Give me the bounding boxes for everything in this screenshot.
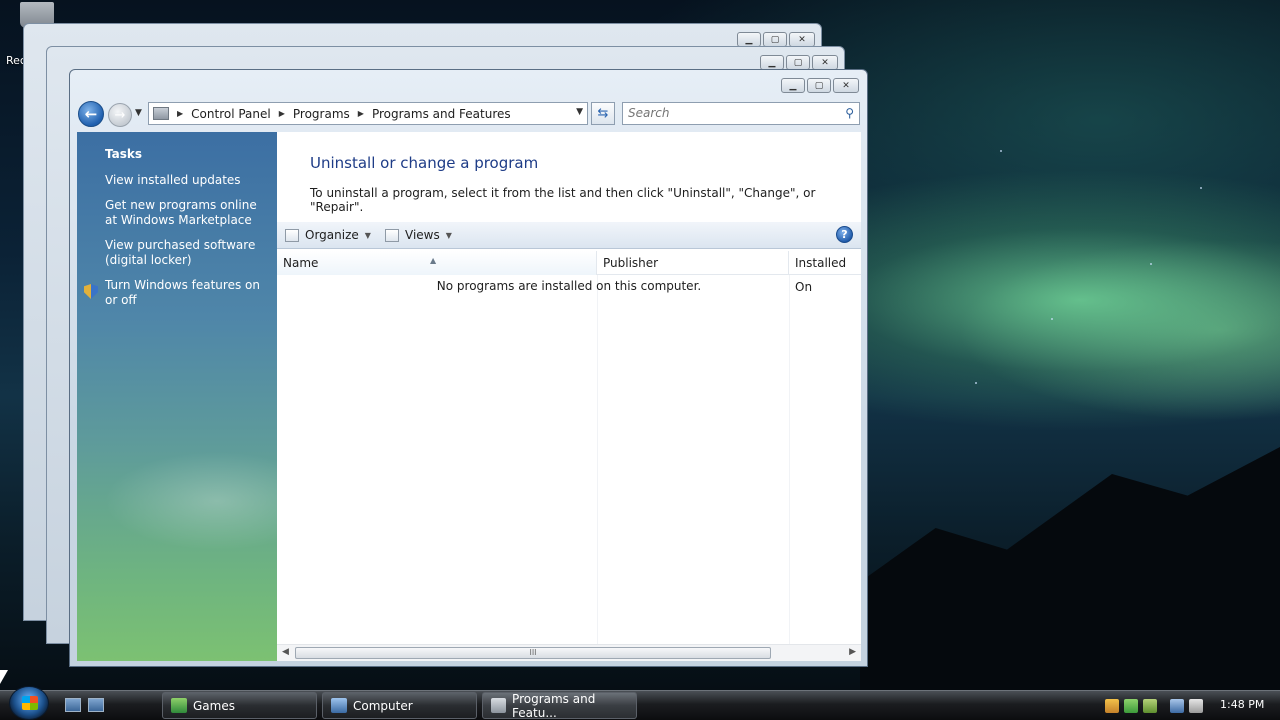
star <box>1051 318 1053 320</box>
taskbar-label-games: Games <box>193 698 235 713</box>
column-name[interactable]: Name ▲ <box>277 251 597 275</box>
tray-app-icon[interactable] <box>1143 698 1157 713</box>
task-view-purchased-software[interactable]: View purchased software (digital locker) <box>105 238 270 268</box>
column-divider <box>597 275 598 645</box>
empty-list-message: No programs are installed on this comput… <box>436 279 702 293</box>
search-input[interactable] <box>623 103 823 123</box>
star <box>1200 187 1202 189</box>
organize-icon <box>285 228 299 242</box>
shield-icon <box>84 284 98 299</box>
organize-button[interactable]: Organize ▼ <box>285 228 371 242</box>
breadcrumb-separator-icon[interactable]: ▶ <box>358 109 364 118</box>
column-publisher[interactable]: Publisher <box>597 251 789 275</box>
search-icon[interactable]: ⚲ <box>845 106 854 120</box>
forward-button[interactable]: → <box>108 103 132 127</box>
taskbar-label-programs-and-features: Programs and Featu... <box>512 691 596 720</box>
games-icon <box>171 698 187 713</box>
taskbar-clock[interactable]: 1:48 PM <box>1220 698 1264 711</box>
maximize-button[interactable]: ▢ <box>786 55 810 70</box>
desktop-mountain <box>860 447 1280 690</box>
views-label: Views <box>405 228 440 242</box>
minimize-button[interactable]: ▁ <box>781 78 805 93</box>
star <box>975 382 977 384</box>
recent-pages-dropdown[interactable]: ▼ <box>135 108 142 118</box>
views-icon <box>385 228 399 242</box>
horizontal-scrollbar[interactable]: ◀ III ▶ <box>277 644 861 661</box>
maximize-button[interactable]: ▢ <box>763 32 787 47</box>
breadcrumb-programs[interactable]: Programs <box>293 107 350 121</box>
pane-decoration <box>77 381 277 621</box>
breadcrumb-programs-and-features[interactable]: Programs and Features <box>372 107 511 121</box>
close-button[interactable]: ✕ <box>812 55 838 70</box>
chevron-down-icon: ▼ <box>364 230 371 240</box>
address-bar[interactable]: ▶ Control Panel ▶ Programs ▶ Programs an… <box>148 102 588 125</box>
page-title: Uninstall or change a program <box>310 154 539 172</box>
column-header-row: Name ▲ Publisher Installed On <box>277 251 861 294</box>
breadcrumb-separator-icon[interactable]: ▶ <box>177 109 183 118</box>
chevron-down-icon: ▼ <box>445 230 452 240</box>
check-icon[interactable] <box>1124 698 1138 713</box>
column-installed-on[interactable]: Installed On <box>789 251 861 294</box>
taskbar-button-games[interactable]: Games <box>162 692 317 719</box>
tasks-pane: Tasks View installed updates Get new pro… <box>77 132 277 661</box>
refresh-button[interactable]: ⇆ <box>591 102 615 125</box>
scroll-right-icon[interactable]: ▶ <box>849 647 856 657</box>
task-turn-windows-features[interactable]: Turn Windows features on or off <box>105 278 270 308</box>
scrollbar-thumb[interactable]: III <box>295 647 771 659</box>
close-button[interactable]: ✕ <box>789 32 815 47</box>
task-get-new-programs[interactable]: Get new programs online at Windows Marke… <box>105 198 270 228</box>
network-icon[interactable] <box>1170 698 1184 713</box>
back-button[interactable]: ← <box>78 101 104 127</box>
organize-label: Organize <box>305 228 359 242</box>
mouse-cursor-icon <box>0 670 8 684</box>
command-bar: Organize ▼ Views ▼ ? <box>277 222 861 249</box>
computer-icon <box>331 698 347 713</box>
minimize-button[interactable]: ▁ <box>760 55 784 70</box>
windows-logo-icon <box>22 696 38 710</box>
taskbar-button-programs-and-features[interactable]: Programs and Featu... <box>482 691 637 720</box>
maximize-button[interactable]: ▢ <box>807 78 831 93</box>
minimize-button[interactable]: ▁ <box>737 32 761 47</box>
views-button[interactable]: Views ▼ <box>385 228 452 242</box>
start-button[interactable] <box>9 686 49 720</box>
star <box>1000 150 1002 152</box>
column-divider <box>789 275 790 645</box>
search-box[interactable]: ⚲ <box>622 102 860 125</box>
scroll-left-icon[interactable]: ◀ <box>282 647 289 657</box>
show-desktop-icon[interactable] <box>65 698 81 712</box>
taskbar-button-computer[interactable]: Computer <box>322 692 477 719</box>
arrow-left-icon: ← <box>84 105 98 123</box>
breadcrumb-separator-icon[interactable]: ▶ <box>279 109 285 118</box>
tasks-title: Tasks <box>105 147 143 161</box>
help-icon[interactable]: ? <box>836 226 853 243</box>
arrow-right-icon: → <box>114 107 126 123</box>
security-alert-icon[interactable] <box>1105 698 1119 713</box>
programs-and-features-window: ▁ ▢ ✕ ← → ▼ ▶ Control Panel ▶ Programs ▶… <box>69 69 868 667</box>
breadcrumb-control-panel[interactable]: Control Panel <box>191 107 271 121</box>
close-button[interactable]: ✕ <box>833 78 859 93</box>
address-dropdown-icon[interactable]: ▼ <box>576 107 583 117</box>
sort-ascending-icon: ▲ <box>430 256 437 265</box>
programs-and-features-icon <box>491 698 507 713</box>
control-panel-icon <box>153 107 169 120</box>
refresh-icon: ⇆ <box>597 106 609 121</box>
switch-windows-icon[interactable] <box>88 698 104 712</box>
taskbar-label-computer: Computer <box>353 698 413 713</box>
navigation-bar: ← → ▼ ▶ Control Panel ▶ Programs ▶ Progr… <box>78 101 861 127</box>
task-view-installed-updates[interactable]: View installed updates <box>105 173 270 188</box>
volume-muted-icon[interactable] <box>1189 698 1203 713</box>
content-pane: Uninstall or change a program To uninsta… <box>277 132 861 661</box>
column-name-label: Name <box>283 256 319 270</box>
star <box>1150 263 1152 265</box>
page-description: To uninstall a program, select it from t… <box>310 186 816 214</box>
